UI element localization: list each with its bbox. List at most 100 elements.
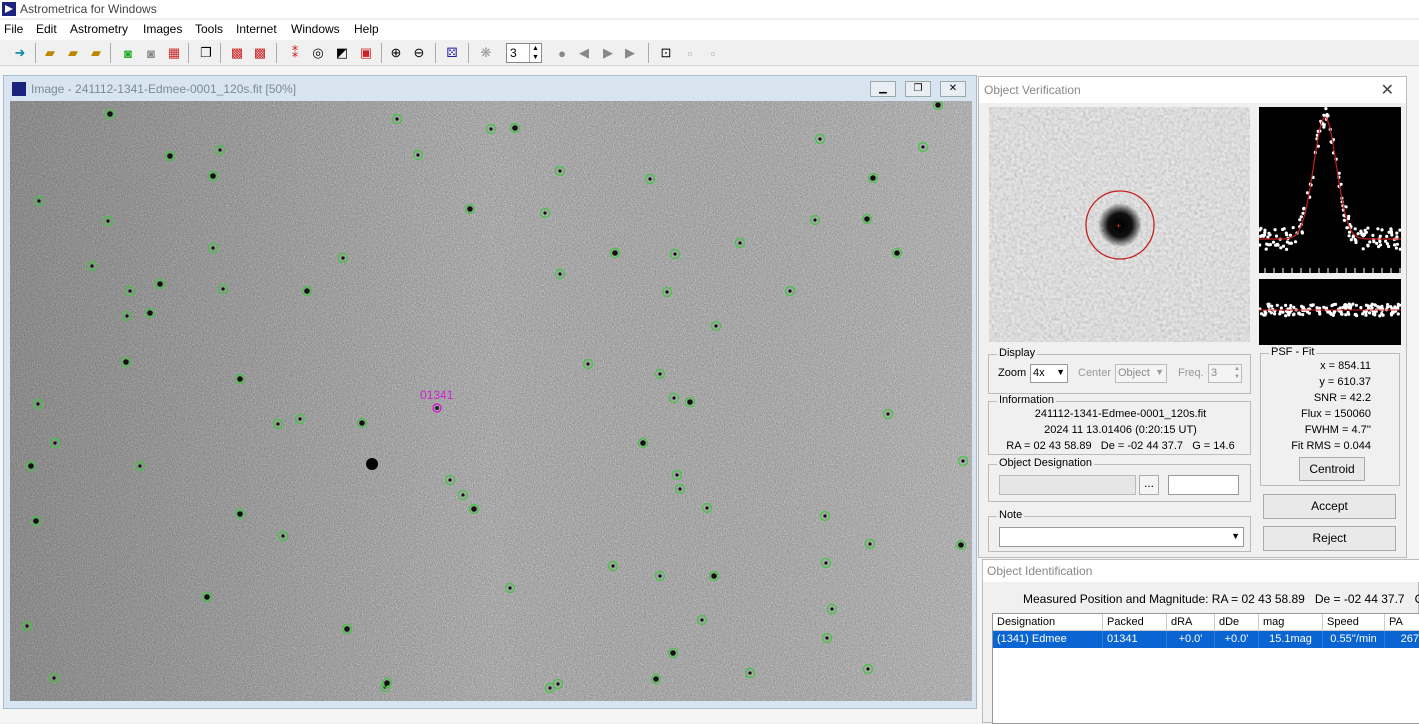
- center-select[interactable]: Object ▼: [1115, 364, 1167, 383]
- menu-astrometry[interactable]: Astrometry: [70, 22, 128, 36]
- close-icon[interactable]: ✕: [940, 81, 966, 97]
- sky-image[interactable]: 01341: [10, 101, 972, 701]
- menu-help[interactable]: Help: [354, 22, 379, 36]
- close-icon[interactable]: ✕: [1381, 80, 1394, 100]
- image-icon: [12, 82, 26, 96]
- residual-point: [1279, 306, 1283, 310]
- star: [868, 542, 872, 546]
- stepper-arrows-icon[interactable]: ▲ ▼: [1234, 365, 1240, 381]
- contrast-icon[interactable]: ◩: [332, 43, 352, 63]
- frame-stepper[interactable]: 3 ▲ ▼: [506, 43, 542, 63]
- centroid-button[interactable]: Centroid: [1299, 457, 1365, 481]
- windows-icon[interactable]: ❐: [196, 43, 216, 63]
- star: [107, 111, 113, 117]
- arrow-right-icon[interactable]: ➜: [10, 43, 30, 63]
- sky-image-frame[interactable]: 01341: [10, 101, 972, 701]
- record-icon[interactable]: ●: [552, 43, 572, 63]
- psf-x: x = 854.11: [1320, 360, 1371, 372]
- residual-point: [1292, 305, 1296, 309]
- open-folder-icon[interactable]: ▰: [40, 43, 60, 63]
- col-packed[interactable]: Packed: [1103, 614, 1167, 631]
- gray-box-2-icon[interactable]: ▫: [703, 43, 723, 63]
- gray-square-icon[interactable]: ◙: [141, 43, 161, 63]
- psf-point: [1366, 226, 1370, 230]
- residual-point: [1367, 306, 1371, 310]
- restore-icon[interactable]: ❐: [905, 81, 931, 97]
- psf-point: [1377, 245, 1381, 249]
- psf-fwhm: FWHM = 4.7'': [1304, 424, 1371, 436]
- psf-y: y = 610.37: [1319, 376, 1371, 388]
- designation-extra-input[interactable]: [1168, 475, 1239, 495]
- star: [28, 463, 34, 469]
- star: [687, 399, 693, 405]
- star-field-icon[interactable]: ▣: [356, 43, 376, 63]
- play-icon[interactable]: ▶: [620, 43, 640, 63]
- minimize-icon[interactable]: ▁: [870, 81, 896, 97]
- menu-tools[interactable]: Tools: [195, 22, 223, 36]
- star: [886, 412, 890, 416]
- open-folder-3-icon[interactable]: ▰: [86, 43, 106, 63]
- identification-table[interactable]: Designation Packed dRA dDe mag Speed PA …: [992, 613, 1419, 724]
- star: [818, 137, 822, 141]
- cell-mag: 15.1mag: [1259, 631, 1323, 648]
- note-select[interactable]: ▼: [999, 527, 1244, 547]
- search-image-icon[interactable]: ⊡: [656, 43, 676, 63]
- menu-edit[interactable]: Edit: [36, 22, 57, 36]
- browse-button[interactable]: ...: [1139, 475, 1159, 495]
- star: [508, 586, 512, 590]
- zoom-out-icon[interactable]: ⊖: [409, 43, 429, 63]
- menu-internet[interactable]: Internet: [236, 22, 277, 36]
- image-window[interactable]: Image - 241112-1341-Edmee-0001_120s.fit …: [3, 75, 977, 709]
- psf-point: [1346, 217, 1351, 221]
- star: [675, 473, 679, 477]
- chevron-down-icon: ▼: [1231, 531, 1240, 541]
- gray-box-icon[interactable]: ▫: [680, 43, 700, 63]
- residual-point: [1318, 306, 1322, 310]
- col-mag[interactable]: mag: [1259, 614, 1323, 631]
- open-folder-2-icon[interactable]: ▰: [63, 43, 83, 63]
- menu-windows[interactable]: Windows: [291, 22, 340, 36]
- psf-point: [1371, 233, 1375, 237]
- filmstrip-icon[interactable]: ❋: [476, 43, 496, 63]
- stepper-arrows-icon[interactable]: ▲ ▼: [529, 44, 541, 62]
- menu-images[interactable]: Images: [143, 22, 182, 36]
- dice-icon[interactable]: ⚄: [442, 43, 462, 63]
- zoom-in-icon[interactable]: ⊕: [386, 43, 406, 63]
- blink-icon[interactable]: ⁑: [285, 43, 305, 63]
- star: [658, 574, 662, 578]
- delete-all-icon[interactable]: ▩: [250, 43, 270, 63]
- grid-icon[interactable]: ▦: [164, 43, 184, 63]
- col-designation[interactable]: Designation: [993, 614, 1103, 631]
- psf-point: [1361, 247, 1365, 251]
- residual-point: [1289, 309, 1293, 313]
- designation-input[interactable]: [999, 475, 1136, 495]
- delete-image-icon[interactable]: ▩: [227, 43, 247, 63]
- psf-point: [1285, 240, 1289, 244]
- reject-button[interactable]: Reject: [1263, 526, 1396, 551]
- residual-point: [1309, 303, 1313, 307]
- col-dra[interactable]: dRA: [1167, 614, 1215, 631]
- star: [672, 396, 676, 400]
- freq-stepper[interactable]: 3 ▲ ▼: [1208, 364, 1242, 383]
- step-back-icon[interactable]: ◀: [574, 43, 594, 63]
- col-speed[interactable]: Speed: [1323, 614, 1385, 631]
- psf-point: [1284, 231, 1288, 235]
- col-dde[interactable]: dDe: [1215, 614, 1259, 631]
- psf-point: [1393, 243, 1397, 247]
- step-forward-icon[interactable]: ▶: [598, 43, 618, 63]
- residual-point: [1378, 314, 1382, 318]
- green-square-icon[interactable]: ◙: [118, 43, 138, 63]
- zoom-image: +: [989, 107, 1250, 342]
- accept-button[interactable]: Accept: [1263, 494, 1396, 519]
- col-pa[interactable]: PA: [1385, 614, 1419, 631]
- center-value: Object: [1118, 367, 1150, 379]
- star: [824, 561, 828, 565]
- psf-point: [1275, 242, 1279, 246]
- psf-snr: SNR = 42.2: [1313, 392, 1371, 404]
- star: [36, 402, 40, 406]
- psf-point: [1263, 231, 1267, 235]
- menu-file[interactable]: File: [4, 22, 23, 36]
- circle-target-icon[interactable]: ◎: [308, 43, 328, 63]
- star: [33, 518, 39, 524]
- zoom-select[interactable]: 4x ▼: [1030, 364, 1068, 383]
